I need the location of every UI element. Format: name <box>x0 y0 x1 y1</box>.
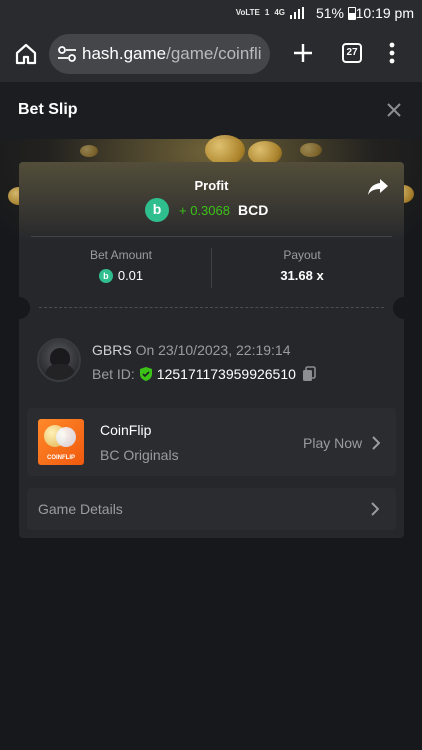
clock: 10:19 pm <box>355 5 414 21</box>
url-text[interactable]: hash.game/game/coinfli <box>82 44 262 64</box>
battery-percent: 51% <box>315 5 344 21</box>
new-tab-icon[interactable] <box>292 42 314 64</box>
coin-decoration <box>205 135 245 165</box>
copy-icon[interactable] <box>302 366 316 382</box>
dashed-divider <box>39 307 384 308</box>
game-row[interactable]: COINFLIP CoinFlip BC Originals Play Now <box>27 408 396 476</box>
bet-amount-value: 0.01 <box>117 268 144 283</box>
url-path: /game/coinfli <box>166 44 262 63</box>
close-icon[interactable] <box>386 102 402 118</box>
coin-decoration <box>300 143 322 157</box>
bet-id-label: Bet ID: <box>92 366 135 382</box>
bet-amount-value-row: 0.01 <box>31 268 211 283</box>
profit-row: + 0.3068 BCD <box>145 198 268 222</box>
url-host: hash.game <box>82 44 167 63</box>
avatar-body <box>45 364 75 380</box>
profit-currency: BCD <box>237 202 269 218</box>
chevron-right-icon <box>372 436 381 450</box>
game-name: CoinFlip <box>100 422 152 438</box>
avatar[interactable] <box>37 338 81 382</box>
signal-icon <box>290 7 304 19</box>
volte-icon: VoLTE <box>235 8 260 17</box>
game-provider: BC Originals <box>100 447 179 463</box>
game-details-label: Game Details <box>38 501 123 517</box>
verified-shield-icon <box>139 367 152 381</box>
bet-amount-label: Bet Amount <box>89 248 153 262</box>
address-bar[interactable]: hash.game/game/coinfli <box>49 34 270 74</box>
payout-label: Payout <box>283 248 321 262</box>
game-details-row[interactable]: Game Details <box>27 488 396 530</box>
chevron-right-icon <box>371 502 379 516</box>
bet-amount: Bet Amount 0.01 <box>31 248 211 283</box>
ticket-notch <box>393 297 415 319</box>
more-menu-icon[interactable] <box>389 42 395 64</box>
browser-toolbar: hash.game/game/coinfli 27 <box>0 28 422 82</box>
coin-graphic <box>56 427 76 447</box>
site-settings-icon[interactable] <box>57 46 77 62</box>
thumbnail-label: COINFLIP <box>47 455 75 461</box>
bcd-coin-icon <box>145 198 169 222</box>
profit-value: + 0.3068 <box>179 202 230 218</box>
page-title: Bet Slip <box>18 101 78 118</box>
profit-label: Profit <box>194 178 229 193</box>
bet-slip-card: Profit + 0.3068 BCD Bet Amount 0.01 Payo… <box>8 162 415 538</box>
share-icon[interactable] <box>367 178 389 196</box>
sim-icon: 1 <box>264 8 270 17</box>
bet-slip-header: Bet Slip <box>0 82 422 139</box>
play-now-label: Play Now <box>303 435 363 451</box>
bet-id-row: Bet ID: 125171173959926510 <box>92 366 316 382</box>
bcd-coin-icon <box>98 268 113 283</box>
ticket-notch <box>8 297 30 319</box>
coin-decoration <box>80 145 98 157</box>
home-icon[interactable] <box>14 42 38 66</box>
coinflip-thumbnail: COINFLIP <box>38 419 84 465</box>
username[interactable]: GBRS <box>92 342 132 358</box>
signal-4g-icon: 4G <box>274 8 285 17</box>
payout: Payout 31.68 x <box>212 248 392 283</box>
payout-value: 31.68 x <box>280 268 324 283</box>
play-now-button[interactable]: Play Now <box>303 435 381 451</box>
user-line: GBRS On 23/10/2023, 22:19:14 <box>92 342 291 358</box>
divider <box>31 236 392 237</box>
bet-id-value: 125171173959926510 <box>156 366 296 382</box>
network-icons: VoLTE 1 4G <box>236 5 304 21</box>
bet-timestamp: On 23/10/2023, 22:19:14 <box>135 342 291 358</box>
status-bar: VoLTE 1 4G 51% 10:19 pm <box>0 0 422 28</box>
tab-switcher-icon[interactable]: 27 <box>342 43 362 63</box>
